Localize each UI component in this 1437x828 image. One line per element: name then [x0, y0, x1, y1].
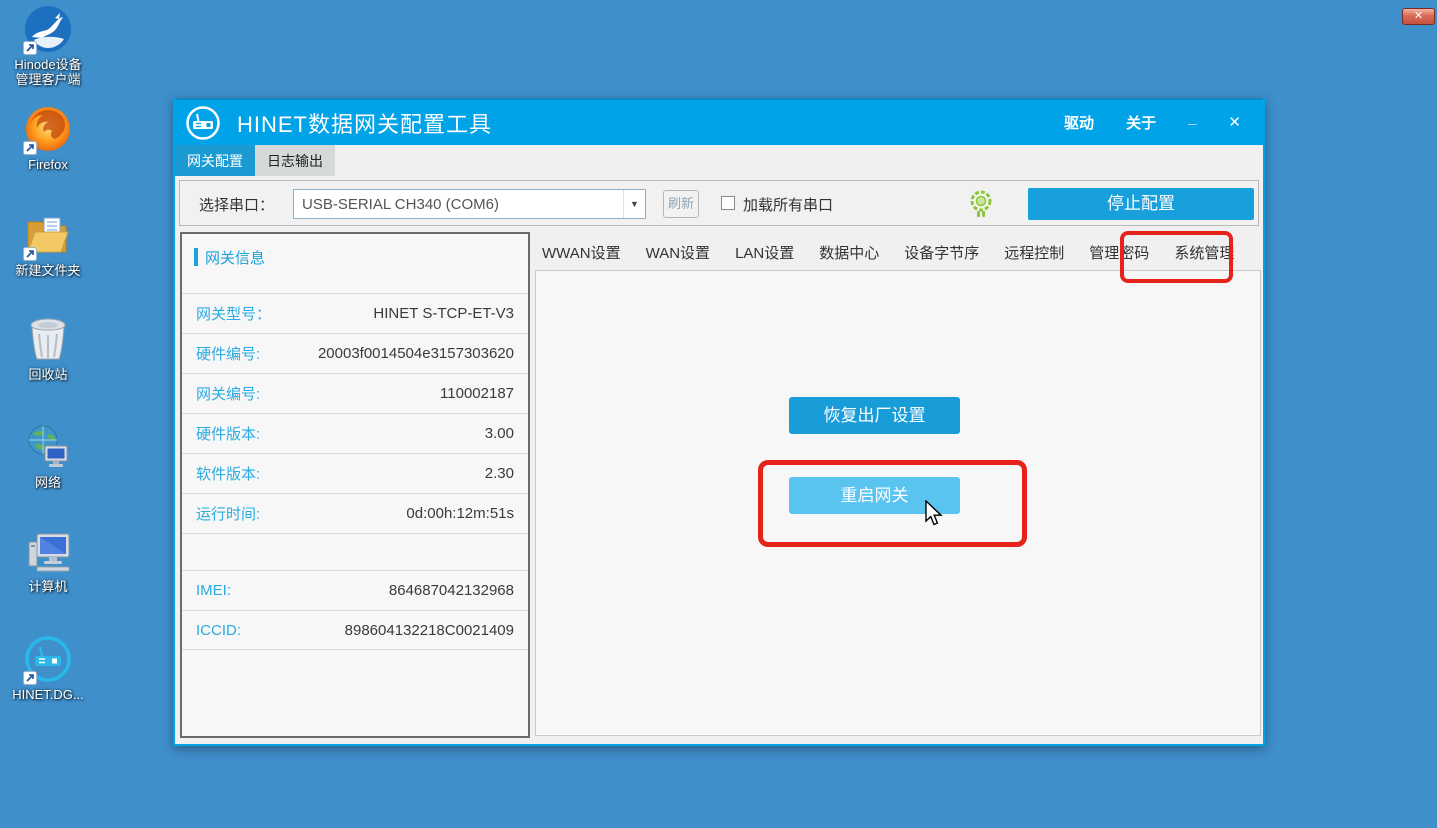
shortcut-arrow-icon — [23, 41, 37, 55]
titlebar[interactable]: HINET数据网关配置工具 驱动 关于 _ ✕ — [175, 98, 1263, 145]
connection-status-icon — [969, 189, 993, 219]
section-marker — [194, 248, 198, 266]
desktop-icon-hinet-dg[interactable]: HINET.DG... — [0, 634, 96, 702]
app-window: HINET数据网关配置工具 驱动 关于 _ ✕ 网关配置 日志输出 选择串口： … — [173, 98, 1265, 746]
tab-byte-order[interactable]: 设备字节序 — [900, 238, 983, 270]
main-tab-bar: 网关配置 日志输出 — [175, 145, 1263, 176]
shortcut-arrow-icon — [23, 141, 37, 155]
tab-wan-settings[interactable]: WAN设置 — [642, 238, 714, 270]
desktop-icon-label: 回收站 — [0, 367, 96, 382]
tab-system-management[interactable]: 系统管理 — [1170, 238, 1238, 274]
recycle-bin-icon — [22, 314, 74, 366]
tab-admin-password[interactable]: 管理密码 — [1085, 238, 1153, 270]
network-icon — [22, 422, 74, 474]
serial-port-panel: 选择串口： USB-SERIAL CH340 (COM6) ▼ 刷新 加载所有串… — [179, 180, 1259, 226]
tab-wwan-settings[interactable]: WWAN设置 — [538, 238, 625, 270]
desktop-icon-new-folder[interactable]: 新建文件夹 — [0, 210, 96, 278]
factory-reset-button[interactable]: 恢复出厂设置 — [789, 397, 960, 434]
computer-icon — [22, 526, 74, 578]
info-row-gateway-id: 网关编号: 110002187 — [182, 373, 528, 413]
about-menu-button[interactable]: 关于 — [1126, 112, 1156, 133]
load-all-ports-label: 加载所有串口 — [743, 194, 833, 215]
shortcut-arrow-icon — [23, 671, 37, 685]
tab-remote-control[interactable]: 远程控制 — [1000, 238, 1068, 270]
hinode-client-icon — [22, 4, 74, 56]
info-row-hardware-version: 硬件版本: 3.00 — [182, 413, 528, 453]
desktop: ✕ Hinode设备 管理客户端 — [0, 0, 1437, 828]
desktop-icon-label: HINET.DG... — [0, 687, 96, 702]
folder-icon — [22, 210, 74, 262]
desktop-icon-computer[interactable]: 计算机 — [0, 526, 96, 594]
serial-port-label: 选择串口： — [199, 194, 274, 215]
desktop-icon-label: 新建文件夹 — [0, 263, 96, 278]
shortcut-arrow-icon — [23, 247, 37, 261]
info-row-empty — [182, 533, 528, 570]
desktop-icon-network[interactable]: 网络 — [0, 422, 96, 490]
info-row-model: 网关型号： HINET S-TCP-ET-V3 — [182, 293, 528, 333]
info-row-hardware-id: 硬件编号: 20003f0014504e3157303620 — [182, 333, 528, 373]
gateway-info-panel: 网关信息 网关型号： HINET S-TCP-ET-V3 硬件编号: 20003… — [180, 232, 530, 738]
stop-config-button[interactable]: 停止配置 — [1028, 188, 1254, 220]
info-row-software-version: 软件版本: 2.30 — [182, 453, 528, 493]
tab-gateway-config[interactable]: 网关配置 — [175, 145, 255, 176]
chevron-down-icon[interactable]: ▼ — [623, 190, 645, 218]
tab-log-output[interactable]: 日志输出 — [255, 145, 335, 176]
firefox-icon — [22, 104, 74, 156]
serial-port-select[interactable]: USB-SERIAL CH340 (COM6) ▼ — [293, 189, 646, 219]
desktop-icon-label: 计算机 — [0, 579, 96, 594]
window-title: HINET数据网关配置工具 — [237, 107, 492, 139]
session-close-button[interactable]: ✕ — [1402, 8, 1435, 25]
refresh-button[interactable]: 刷新 — [663, 190, 699, 218]
minimize-button[interactable]: _ — [1188, 111, 1196, 126]
desktop-icon-hinode-client[interactable]: Hinode设备 管理客户端 — [0, 4, 96, 87]
info-row-iccid: ICCID: 898604132218C0021409 — [182, 610, 528, 650]
close-button[interactable]: ✕ — [1228, 115, 1241, 130]
desktop-icon-label: Firefox — [0, 157, 96, 172]
info-row-uptime: 运行时间: 0d:00h:12m:51s — [182, 493, 528, 533]
info-row-imei: IMEI: 864687042132968 — [182, 570, 528, 610]
desktop-icon-firefox[interactable]: Firefox — [0, 104, 96, 172]
tab-lan-settings[interactable]: LAN设置 — [731, 238, 798, 270]
tab-data-center[interactable]: 数据中心 — [815, 238, 883, 270]
load-all-ports-checkbox[interactable] — [721, 196, 735, 210]
serial-port-value: USB-SERIAL CH340 (COM6) — [294, 196, 623, 213]
driver-menu-button[interactable]: 驱动 — [1064, 112, 1094, 133]
desktop-icon-label: Hinode设备 管理客户端 — [0, 57, 96, 87]
desktop-icon-recycle-bin[interactable]: 回收站 — [0, 314, 96, 382]
settings-tab-bar: WWAN设置 WAN设置 LAN设置 数据中心 设备字节序 远程控制 管理密码 … — [538, 238, 1260, 272]
reboot-gateway-button[interactable]: 重启网关 — [789, 477, 960, 514]
gateway-info-title: 网关信息 — [205, 247, 265, 268]
hinet-gateway-icon — [22, 634, 74, 686]
desktop-icon-label: 网络 — [0, 475, 96, 490]
app-logo-icon — [185, 105, 221, 141]
system-management-panel: 恢复出厂设置 重启网关 — [535, 270, 1261, 736]
